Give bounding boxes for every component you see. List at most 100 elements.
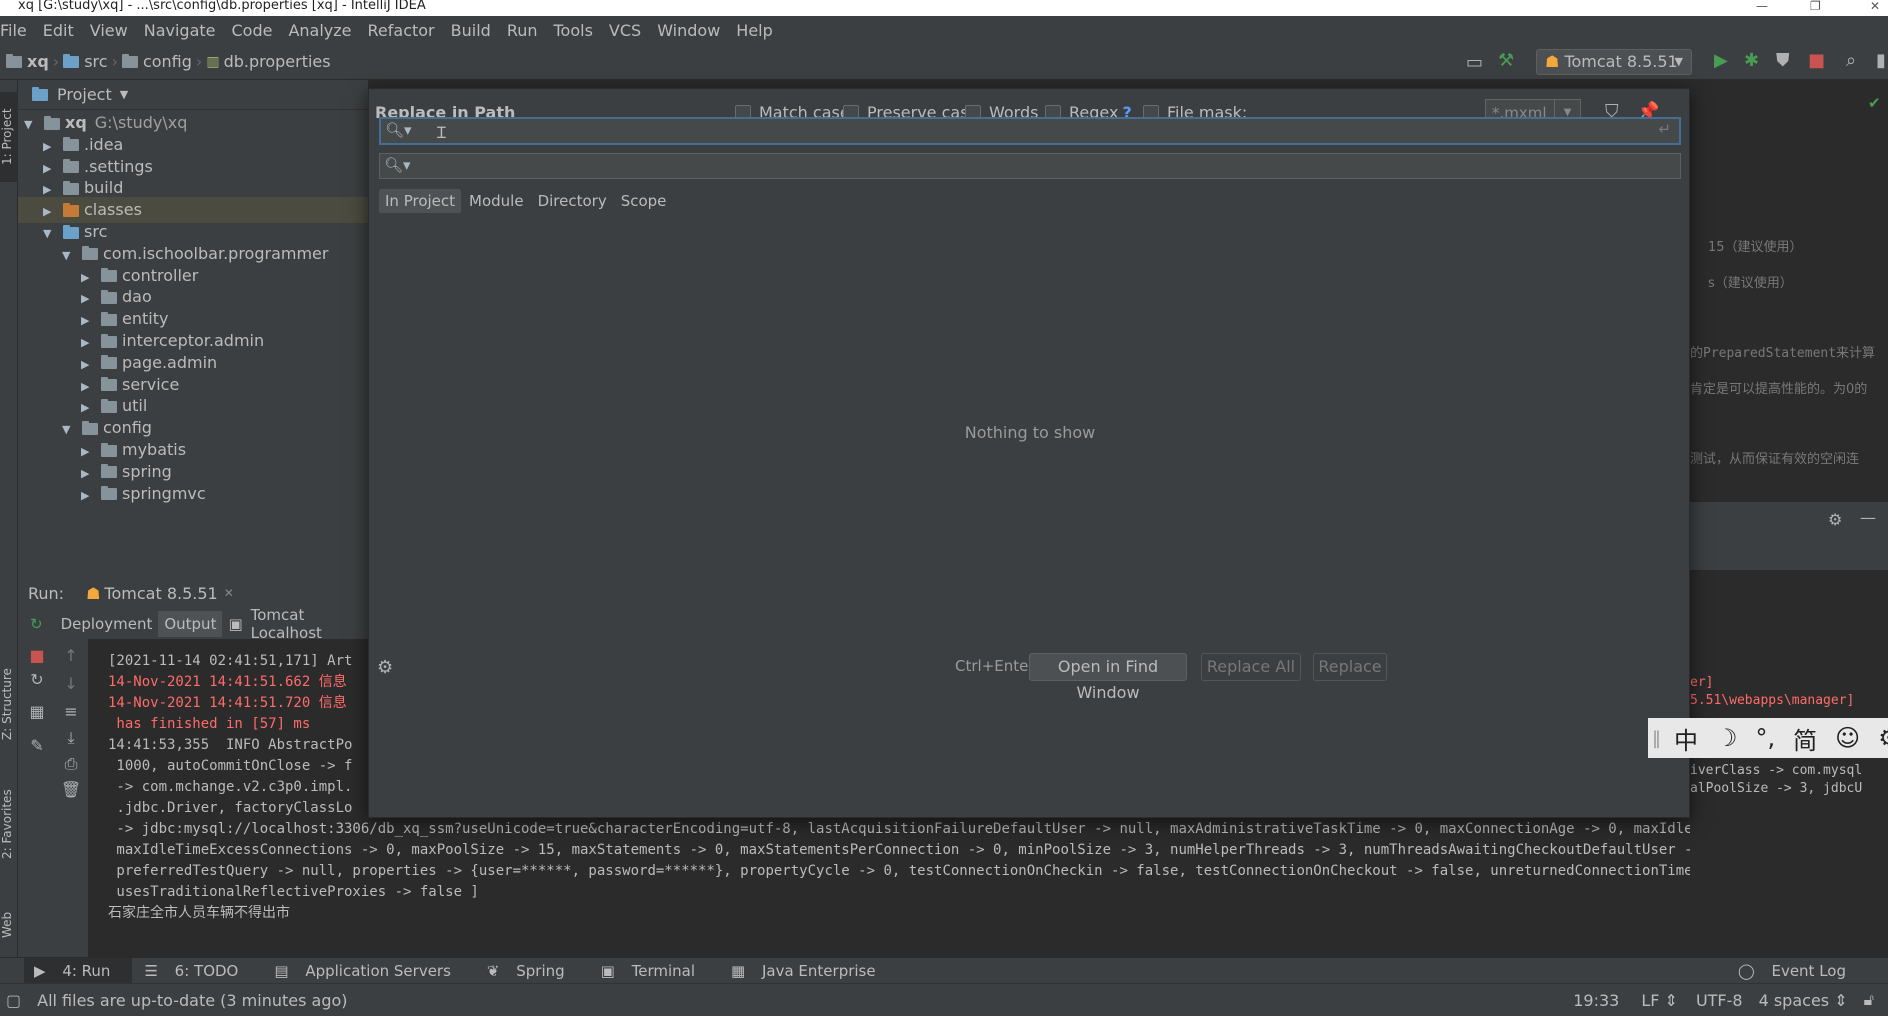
tab-todo[interactable]: ☰ 6: TODO: [132, 962, 262, 980]
tree-item[interactable]: ▶ springmvc: [18, 481, 368, 507]
menu-analyze[interactable]: Analyze: [280, 21, 359, 40]
search-input[interactable]: 🔍︎▾ Ɪ ↵: [379, 117, 1681, 145]
project-panel-header[interactable]: Project ▼: [18, 80, 368, 110]
ime-simplified[interactable]: 简: [1784, 721, 1826, 756]
scroll-down-icon[interactable]: ↓: [60, 673, 82, 695]
tree-item-label: spring: [122, 461, 172, 481]
tab-tomcat-localhost[interactable]: Tomcat Localhost: [245, 606, 368, 642]
more-icon[interactable]: ▮: [1876, 50, 1886, 71]
layout-icon[interactable]: ▦: [26, 701, 48, 723]
breadcrumb-config[interactable]: config: [143, 52, 192, 71]
debug-icon[interactable]: ✱: [1744, 50, 1759, 71]
tree-item-label: util: [122, 396, 148, 416]
file-encoding[interactable]: UTF-8: [1696, 991, 1743, 1010]
replace-button[interactable]: Replace: [1313, 653, 1387, 681]
coverage-icon[interactable]: ⛊: [1776, 50, 1790, 71]
run-icon[interactable]: ▶: [1714, 50, 1728, 71]
expand-right-icon[interactable]: ▶: [81, 483, 95, 509]
build-hammer-icon[interactable]: ⚒: [1498, 50, 1514, 71]
print-icon[interactable]: ⎙: [60, 753, 82, 775]
ime-moon-icon[interactable]: ☽: [1707, 724, 1747, 752]
event-log-button[interactable]: ◯ Event Log: [1726, 962, 1870, 980]
soft-wrap-icon[interactable]: ≡: [60, 701, 82, 723]
gear-icon[interactable]: ⚙: [1828, 510, 1842, 529]
ime-punctuation-icon[interactable]: °,: [1747, 724, 1785, 752]
tab-favorites[interactable]: 2: Favorites: [0, 774, 18, 874]
ime-emoji-icon[interactable]: ☺: [1826, 724, 1869, 752]
text-cursor-icon: Ɪ: [437, 123, 446, 142]
menu-code[interactable]: Code: [224, 21, 281, 40]
scroll-up-icon[interactable]: ↑: [60, 645, 82, 667]
run-panel-toolbar-right: ⚙ —: [1690, 502, 1888, 542]
stop-icon[interactable]: ■: [26, 645, 48, 667]
tab-application-servers-label: Application Servers: [305, 961, 451, 980]
menu-file[interactable]: File: [0, 21, 35, 40]
caret-position[interactable]: 19:33: [1573, 991, 1619, 1010]
close-tab-icon[interactable]: ✕: [224, 586, 234, 600]
tree-item-label: springmvc: [122, 483, 206, 503]
stop-icon[interactable]: ■: [1808, 50, 1825, 71]
breadcrumb-src[interactable]: src: [84, 52, 107, 71]
gear-icon[interactable]: ⚙: [377, 657, 393, 678]
breadcrumb-file[interactable]: db.properties: [224, 52, 331, 71]
tree-item-label: src: [84, 222, 108, 241]
package-icon: [101, 464, 117, 479]
replace-all-button[interactable]: Replace All: [1201, 653, 1301, 681]
menu-view[interactable]: View: [82, 21, 136, 40]
minimize-panel-icon[interactable]: —: [1860, 508, 1876, 527]
project-structure-icon[interactable]: ▭: [1466, 52, 1483, 73]
tab-output[interactable]: Output: [158, 611, 223, 637]
tab-java-enterprise[interactable]: ▦ Java Enterprise: [719, 962, 900, 980]
new-line-icon[interactable]: ↵: [1658, 120, 1671, 138]
rerun-icon[interactable]: ↻: [26, 669, 48, 691]
package-icon: [101, 333, 117, 348]
breadcrumb: xq › src › config › ▥ db.properties: [0, 52, 331, 71]
tab-project[interactable]: 1: Project: [0, 92, 18, 182]
minimize-icon[interactable]: —: [1756, 0, 1768, 12]
scroll-to-end-icon[interactable]: ⤓: [60, 727, 82, 749]
menu-tools[interactable]: Tools: [546, 21, 601, 40]
trash-icon[interactable]: 🗑: [60, 779, 82, 801]
tab-application-servers[interactable]: ▤ Application Servers: [262, 962, 475, 980]
project-view-icon: [32, 86, 48, 101]
scope-in-project[interactable]: In Project: [379, 189, 462, 213]
tool-windows-icon[interactable]: ▢: [6, 991, 21, 1010]
replace-input[interactable]: 🔍︎▾: [379, 153, 1681, 179]
replace-in-path-dialog: Replace in Path Match case Preserve case…: [368, 88, 1690, 818]
tab-deployment[interactable]: Deployment: [55, 615, 159, 633]
tab-structure[interactable]: Z: Structure: [0, 654, 18, 754]
replace-history-icon[interactable]: 🔍︎▾: [384, 156, 411, 174]
scope-module[interactable]: Module: [463, 189, 530, 213]
menu-vcs[interactable]: VCS: [601, 21, 649, 40]
run-icon[interactable]: ↻: [18, 615, 55, 633]
menu-build[interactable]: Build: [443, 21, 499, 40]
run-config-dropdown[interactable]: ☗ Tomcat 8.5.51 ▼: [1536, 49, 1692, 75]
menu-edit[interactable]: Edit: [35, 21, 82, 40]
menu-navigate[interactable]: Navigate: [136, 21, 224, 40]
tab-spring[interactable]: ❦ Spring: [475, 962, 589, 980]
ime-drag-handle[interactable]: ‖: [1648, 728, 1665, 749]
menu-refactor[interactable]: Refactor: [360, 21, 443, 40]
tab-web[interactable]: Web: [0, 900, 18, 950]
console-fragment: iverClass -> com.mysql: [1690, 763, 1863, 778]
scope-scope[interactable]: Scope: [615, 189, 673, 213]
close-icon[interactable]: ✕: [1870, 0, 1880, 12]
open-in-find-window-button[interactable]: Open in Find Window: [1029, 653, 1187, 702]
run-config-tab[interactable]: Tomcat 8.5.51: [104, 584, 217, 603]
tab-run[interactable]: ▶ 4: Run: [24, 957, 133, 984]
lock-icon[interactable]: 🔓︎: [1864, 990, 1874, 1010]
scope-directory[interactable]: Directory: [532, 189, 613, 213]
breadcrumb-project[interactable]: xq: [27, 52, 49, 71]
indent-setting[interactable]: 4 spaces ⇕: [1759, 991, 1848, 1010]
tab-terminal[interactable]: ▣ Terminal: [589, 962, 719, 980]
ime-chinese-mode[interactable]: 中: [1665, 721, 1707, 756]
menu-run[interactable]: Run: [499, 21, 546, 40]
menu-window[interactable]: Window: [649, 21, 728, 40]
line-separator[interactable]: LF ⇕: [1641, 991, 1678, 1010]
search-icon[interactable]: ⌕: [1846, 50, 1856, 71]
maximize-icon[interactable]: ❐: [1810, 0, 1821, 12]
pin-icon[interactable]: ✎: [26, 735, 48, 757]
menu-help[interactable]: Help: [728, 21, 780, 40]
search-history-icon[interactable]: 🔍︎▾: [385, 121, 412, 139]
ime-settings-icon[interactable]: ⚙: [1869, 724, 1888, 752]
